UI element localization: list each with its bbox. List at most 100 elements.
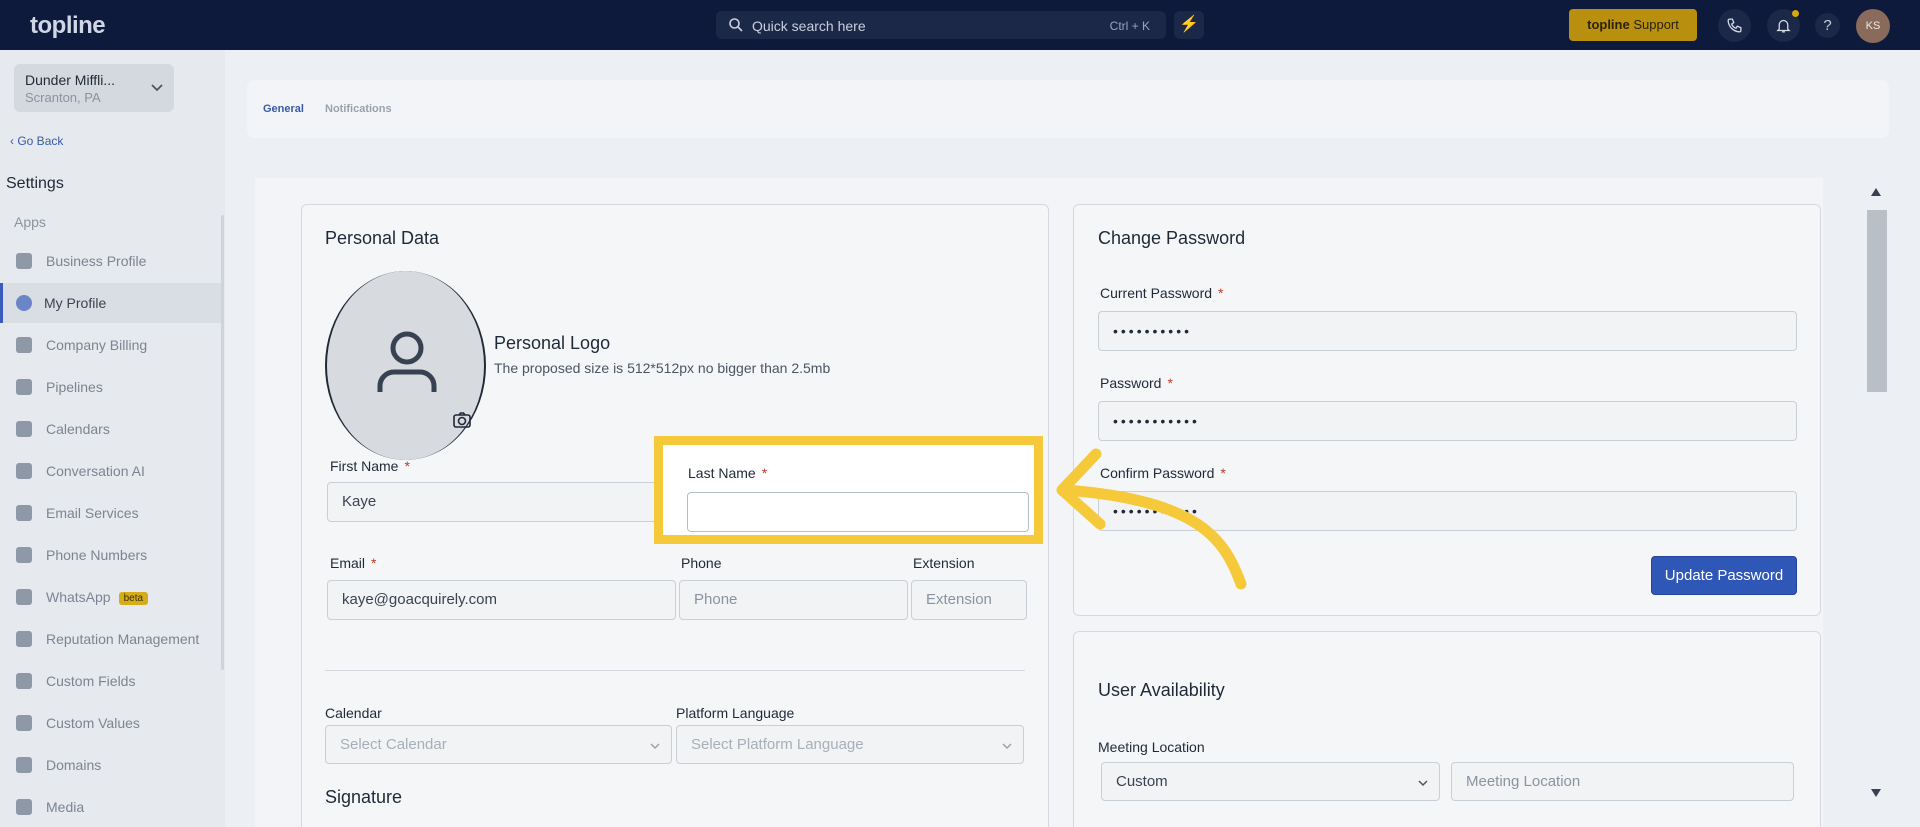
phone-icon bbox=[16, 547, 32, 563]
support-brand: topline bbox=[1587, 17, 1630, 32]
search-placeholder: Quick search here bbox=[752, 18, 866, 34]
app-logo[interactable]: topline bbox=[30, 12, 106, 40]
user-icon bbox=[377, 331, 437, 392]
chevron-down-icon bbox=[1002, 743, 1012, 750]
sidebar-item-my-profile[interactable]: My Profile bbox=[0, 283, 222, 323]
user-availability-title: User Availability bbox=[1098, 680, 1225, 700]
meeting-location-type-value: Custom bbox=[1116, 773, 1168, 790]
last-name-input[interactable] bbox=[687, 492, 1029, 532]
tab-notifications[interactable]: Notifications bbox=[325, 103, 392, 115]
meeting-location-input[interactable]: Meeting Location bbox=[1451, 762, 1794, 801]
sidebar-item-custom-fields[interactable]: Custom Fields bbox=[0, 661, 222, 701]
whatsapp-icon bbox=[16, 589, 32, 605]
notification-dot bbox=[1792, 10, 1799, 17]
tab-general[interactable]: General bbox=[263, 103, 304, 115]
user-icon bbox=[16, 295, 32, 311]
beta-badge: beta bbox=[118, 592, 149, 605]
platform-language-placeholder: Select Platform Language bbox=[691, 736, 864, 753]
chevron-down-icon bbox=[650, 743, 660, 750]
sidebar-item-pipelines[interactable]: Pipelines bbox=[0, 367, 222, 407]
signature-label: Signature bbox=[325, 787, 403, 807]
update-password-button[interactable]: Update Password bbox=[1651, 556, 1797, 595]
settings-tabs: General Notifications bbox=[247, 80, 1889, 138]
sidebar-item-email-services[interactable]: Email Services bbox=[0, 493, 222, 533]
password-input[interactable]: ••••••••••• bbox=[1098, 401, 1797, 441]
business-location: Scranton, PA bbox=[25, 90, 101, 105]
mail-icon bbox=[16, 505, 32, 521]
phone-label: Phone bbox=[681, 555, 722, 571]
sidebar-item-whatsapp[interactable]: WhatsApp beta bbox=[0, 577, 222, 617]
whatsapp-label: WhatsApp bbox=[46, 589, 111, 605]
platform-language-select[interactable]: Select Platform Language bbox=[676, 725, 1024, 764]
personal-data-title: Personal Data bbox=[325, 228, 440, 248]
platform-language-label: Platform Language bbox=[676, 705, 795, 721]
scroll-down-icon[interactable] bbox=[1871, 789, 1881, 797]
first-name-label: First Name * bbox=[330, 458, 410, 474]
sidebar-item-reputation-management[interactable]: Reputation Management bbox=[0, 619, 222, 659]
grid-icon bbox=[16, 337, 32, 353]
go-back-link[interactable]: ‹ Go Back bbox=[10, 134, 63, 148]
sidebar-item-media[interactable]: Media bbox=[0, 787, 222, 827]
apps-heading: Apps bbox=[14, 214, 46, 230]
sidebar-item-company-billing[interactable]: Company Billing bbox=[0, 325, 222, 365]
chevron-down-icon bbox=[1418, 780, 1428, 787]
support-button[interactable]: topline Support bbox=[1569, 9, 1697, 41]
last-name-highlight: Last Name * bbox=[654, 436, 1043, 544]
phone-call-button[interactable] bbox=[1718, 9, 1751, 42]
last-name-label: Last Name * bbox=[688, 465, 768, 481]
help-button[interactable]: ? bbox=[1815, 13, 1840, 38]
user-avatar[interactable]: KS bbox=[1856, 9, 1890, 43]
video-icon bbox=[16, 799, 32, 815]
email-input[interactable]: kaye@goacquirely.com bbox=[327, 580, 676, 620]
change-password-title: Change Password bbox=[1098, 228, 1246, 248]
lightning-icon[interactable]: ⚡ bbox=[1174, 11, 1204, 39]
section-divider bbox=[325, 670, 1025, 671]
password-label: Password * bbox=[1100, 375, 1173, 391]
business-switcher[interactable]: Dunder Miffli... Scranton, PA bbox=[14, 64, 174, 112]
chat-icon bbox=[16, 463, 32, 479]
calendar-select-placeholder: Select Calendar bbox=[340, 736, 447, 753]
bell-icon bbox=[1776, 19, 1791, 33]
sidebar-item-phone-numbers[interactable]: Phone Numbers bbox=[0, 535, 222, 575]
go-back-label: Go Back bbox=[17, 134, 64, 148]
sidebar-item-calendars[interactable]: Calendars bbox=[0, 409, 222, 449]
sidebar: Dunder Miffli... Scranton, PA ‹ Go Back … bbox=[0, 50, 225, 827]
calendar-select[interactable]: Select Calendar bbox=[325, 725, 672, 764]
current-password-label: Current Password * bbox=[1100, 285, 1224, 301]
calendar-label: Calendar bbox=[325, 705, 382, 721]
extension-label: Extension bbox=[913, 555, 975, 571]
meeting-location-label: Meeting Location bbox=[1098, 739, 1205, 755]
personal-logo-hint: The proposed size is 512*512px no bigger… bbox=[494, 360, 831, 376]
scroll-thumb[interactable] bbox=[1867, 210, 1887, 392]
camera-icon[interactable] bbox=[452, 411, 472, 429]
domain-icon bbox=[16, 757, 32, 773]
search-shortcut: Ctrl + K bbox=[1109, 19, 1150, 33]
support-label: Support bbox=[1633, 17, 1679, 32]
quick-search[interactable]: Quick search here Ctrl + K bbox=[716, 11, 1166, 39]
sidebar-item-business-profile[interactable]: Business Profile bbox=[0, 241, 222, 281]
meeting-location-type-select[interactable]: Custom bbox=[1101, 762, 1440, 801]
chevron-down-icon bbox=[151, 84, 163, 92]
profile-photo[interactable] bbox=[325, 271, 486, 460]
pie-icon bbox=[16, 715, 32, 731]
briefcase-icon bbox=[16, 253, 32, 269]
sidebar-item-conversation-ai[interactable]: Conversation AI bbox=[0, 451, 222, 491]
sidebar-item-domains[interactable]: Domains bbox=[0, 745, 222, 785]
sidebar-scrollbar[interactable] bbox=[221, 215, 224, 670]
personal-logo-title: Personal Logo bbox=[494, 333, 611, 353]
search-icon bbox=[729, 18, 743, 32]
phone-icon bbox=[1727, 18, 1742, 33]
business-name: Dunder Miffli... bbox=[25, 72, 115, 88]
top-bar: topline Quick search here Ctrl + K ⚡ top… bbox=[0, 0, 1920, 50]
funnel-icon bbox=[16, 379, 32, 395]
first-name-input[interactable]: Kaye bbox=[327, 482, 657, 522]
phone-input[interactable]: Phone bbox=[679, 580, 908, 620]
current-password-input[interactable]: •••••••••• bbox=[1098, 311, 1797, 351]
star-icon bbox=[16, 631, 32, 647]
scroll-up-icon[interactable] bbox=[1871, 188, 1881, 196]
sidebar-item-custom-values[interactable]: Custom Values bbox=[0, 703, 222, 743]
extension-input[interactable]: Extension bbox=[911, 580, 1027, 620]
pointer-arrow-icon bbox=[1056, 448, 1247, 590]
email-label: Email * bbox=[330, 555, 377, 571]
settings-heading: Settings bbox=[6, 175, 64, 192]
